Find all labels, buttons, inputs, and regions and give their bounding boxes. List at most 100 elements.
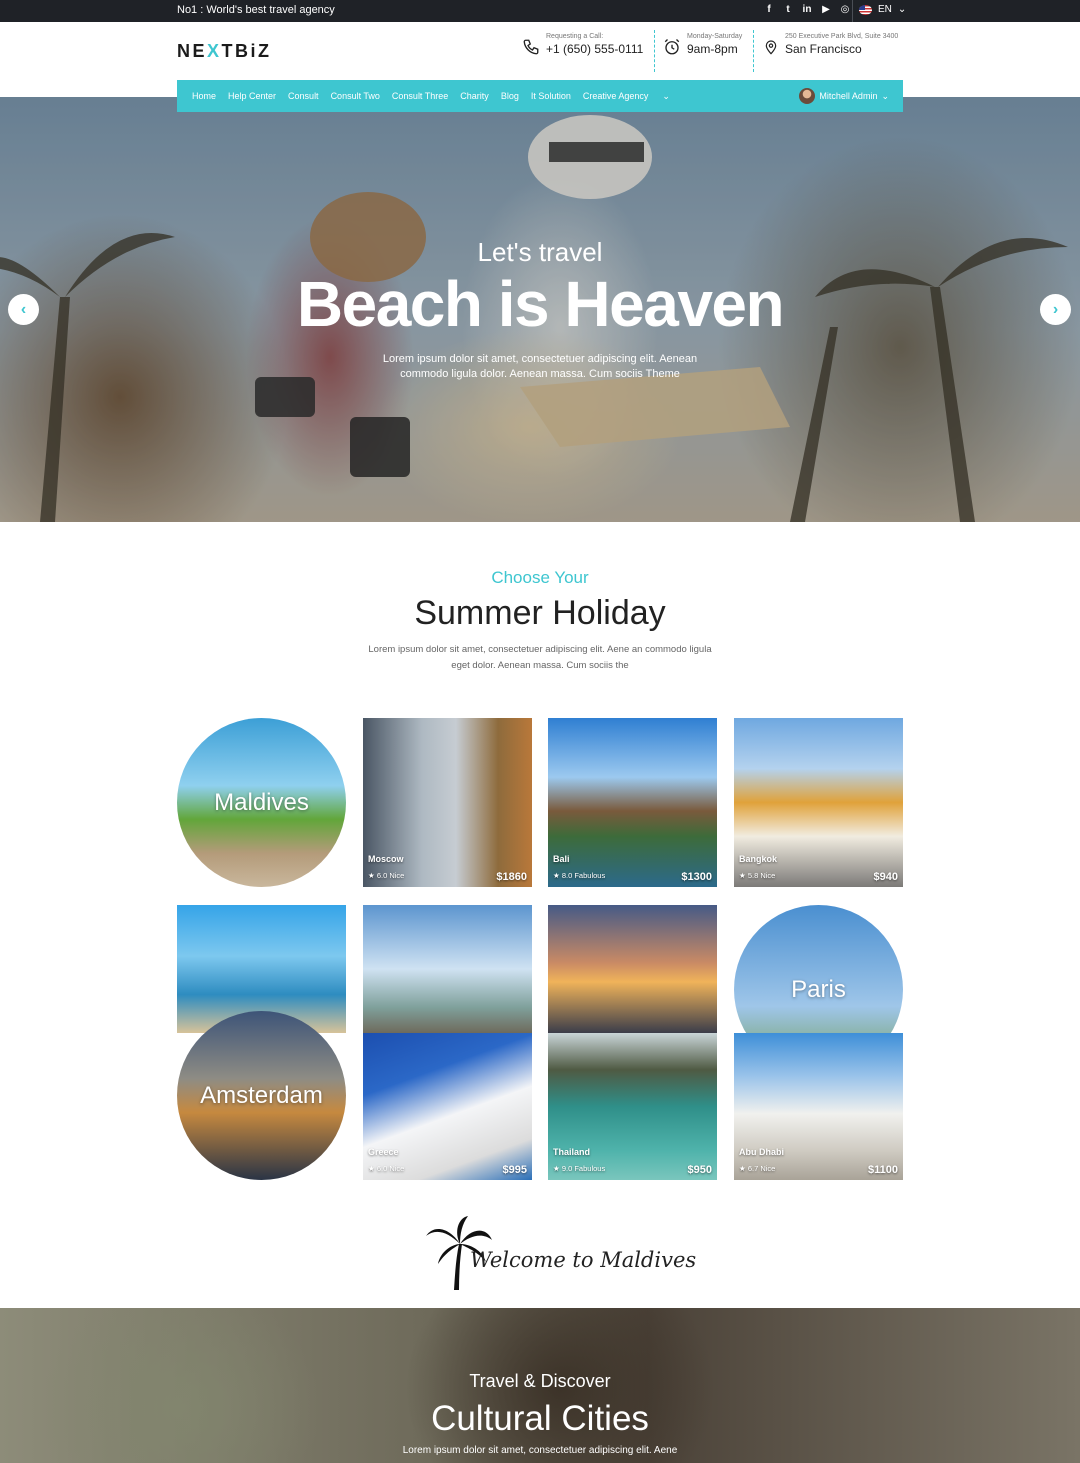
destination-price: $995: [502, 1164, 527, 1176]
nav-item-help-center[interactable]: Help Center: [228, 91, 276, 101]
destination-rating: ★ 6.0 Nice: [368, 1164, 405, 1173]
rating-verdict: Fabulous: [574, 871, 606, 880]
destination-name: Bangkok: [739, 854, 778, 864]
chevron-down-icon: ⌄: [897, 4, 907, 15]
hours-value: 9am-8pm: [687, 42, 738, 56]
nav-item-consult-two[interactable]: Consult Two: [331, 91, 380, 101]
language-label: EN: [878, 4, 892, 15]
nav-item-blog[interactable]: Blog: [501, 91, 519, 101]
chevron-right-icon: ›: [1052, 300, 1059, 318]
destination-bali[interactable]: Bali ★ 8.0 Fabulous $1300: [548, 718, 717, 887]
destination-name: Maldives: [214, 788, 309, 816]
logo-text-1: NE: [177, 41, 208, 61]
destination-price: $940: [873, 871, 898, 883]
destination-price: $1860: [496, 871, 527, 883]
facebook-icon[interactable]: f: [764, 4, 774, 15]
address: 250 Executive Park Blvd, Suite 3400 San …: [763, 32, 898, 57]
top-bar: No1 : World's best travel agency f t in …: [0, 0, 1080, 22]
rating-verdict: Nice: [760, 1164, 776, 1173]
hero-description: Lorem ipsum dolor sit amet, consectetuer…: [382, 353, 698, 380]
us-flag-icon: [859, 4, 872, 15]
nav-item-home[interactable]: Home: [192, 91, 216, 101]
destination-abu-dhabi[interactable]: Abu Dhabi ★ 6.7 Nice $1100: [734, 1033, 903, 1180]
rating-verdict: Fabulous: [574, 1164, 606, 1173]
destination-greece[interactable]: Greece ★ 6.0 Nice $995: [363, 1033, 532, 1180]
tagline: No1 : World's best travel agency: [177, 4, 335, 16]
destination-rating: ★ 6.0 Nice: [368, 871, 405, 880]
rating-verdict: Nice: [760, 871, 776, 880]
destination-name: Moscow: [368, 854, 404, 864]
language-selector[interactable]: EN ⌄: [859, 4, 906, 15]
nav-item-creative-agency[interactable]: Creative Agency: [583, 91, 649, 101]
phone-label: Requesting a Call:: [546, 33, 604, 40]
rating-score: 9.0: [561, 1164, 573, 1173]
destination-rating: ★ 5.8 Nice: [739, 871, 776, 880]
destination-name: Greece: [368, 1147, 399, 1157]
destination-thailand[interactable]: Thailand ★ 9.0 Fabulous $950: [548, 1033, 717, 1180]
rating-score: 8.0: [561, 871, 573, 880]
nav-item-consult-three[interactable]: Consult Three: [392, 91, 448, 101]
destination-price: $950: [687, 1164, 712, 1176]
nav-item-it-solution[interactable]: It Solution: [531, 91, 571, 101]
bottom-kicker: Travel & Discover: [469, 1371, 611, 1391]
youtube-icon[interactable]: ▶: [821, 4, 831, 15]
destination-maldives[interactable]: Maldives: [177, 718, 346, 887]
opening-hours: Monday-Saturday 9am-8pm: [663, 32, 742, 57]
cultural-cities-section: Travel & Discover Cultural Cities Lorem …: [0, 1308, 1080, 1463]
more-menu-chevron-icon[interactable]: ⌄: [662, 91, 670, 102]
destination-name: Amsterdam: [200, 1081, 323, 1109]
nav-item-charity[interactable]: Charity: [460, 91, 489, 101]
logo-text-x: X: [207, 41, 222, 61]
rating-score: 6.0: [376, 1164, 388, 1173]
twitter-icon[interactable]: t: [783, 4, 793, 15]
section-title: Summer Holiday: [414, 594, 666, 632]
address-label: 250 Executive Park Blvd, Suite 3400: [785, 33, 899, 40]
alarm-clock-icon: [664, 39, 680, 55]
header-divider: [753, 30, 754, 72]
destination-name: Bali: [553, 854, 570, 864]
slider-prev-button[interactable]: ‹: [8, 294, 39, 325]
avatar: [799, 88, 816, 104]
user-menu[interactable]: Mitchell Admin ⌄: [799, 88, 889, 104]
phone-number: +1 (650) 555-0111: [546, 42, 644, 56]
topbar-divider: [852, 0, 853, 22]
destination-amsterdam[interactable]: Amsterdam: [177, 1011, 346, 1180]
london-image: [548, 905, 717, 1033]
hero-slider: Let's travel Beach is Heaven Lorem ipsum…: [0, 97, 1080, 522]
linkedin-icon[interactable]: in: [802, 4, 812, 15]
destination-price: $1100: [868, 1164, 898, 1176]
destination-price: $1300: [681, 871, 712, 883]
rating-score: 6.7: [747, 1164, 759, 1173]
instagram-icon[interactable]: ◎: [840, 4, 850, 15]
destination-rating: ★ 9.0 Fabulous: [553, 1164, 606, 1173]
chevron-left-icon: ‹: [20, 300, 27, 318]
section-description: Lorem ipsum dolor sit amet, consectetuer…: [368, 644, 712, 671]
bottom-description: Lorem ipsum dolor sit amet, consectetuer…: [402, 1445, 678, 1456]
rating-score: 5.8: [747, 871, 759, 880]
hero-title: Beach is Heaven: [296, 268, 785, 340]
site-header: NEXTBiZ Requesting a Call: +1 (650) 555-…: [0, 22, 1080, 80]
section-kicker: Choose Your: [491, 568, 589, 587]
destination-bangkok[interactable]: Bangkok ★ 5.8 Nice $940: [734, 718, 903, 887]
map-pin-icon: [765, 40, 777, 55]
new-york-image: [363, 905, 532, 1033]
destination-name: Abu Dhabi: [739, 1147, 784, 1157]
nav-item-consult[interactable]: Consult: [288, 91, 319, 101]
welcome-script-text: Welcome to Maldives: [470, 1248, 697, 1272]
rating-score: 6.0: [376, 871, 388, 880]
slider-next-button[interactable]: ›: [1040, 294, 1071, 325]
logo-text-2: TBiZ: [221, 41, 272, 61]
destination-rating: ★ 8.0 Fabulous: [553, 871, 606, 880]
destination-moscow[interactable]: Moscow ★ 6.0 Nice $1860: [363, 718, 532, 887]
address-city: San Francisco: [785, 42, 862, 56]
hours-label: Monday-Saturday: [687, 33, 743, 40]
destination-name: Thailand: [553, 1147, 591, 1157]
destination-rating: ★ 6.7 Nice: [739, 1164, 776, 1173]
main-nav: Home Help Center Consult Consult Two Con…: [177, 80, 903, 112]
contact-phone[interactable]: Requesting a Call: +1 (650) 555-0111: [522, 32, 643, 57]
bottom-title: Cultural Cities: [431, 1399, 649, 1438]
header-divider: [654, 30, 655, 72]
site-logo[interactable]: NEXTBiZ: [177, 41, 272, 62]
hero-subtitle: Let's travel: [477, 237, 603, 267]
user-name: Mitchell Admin: [819, 91, 878, 101]
